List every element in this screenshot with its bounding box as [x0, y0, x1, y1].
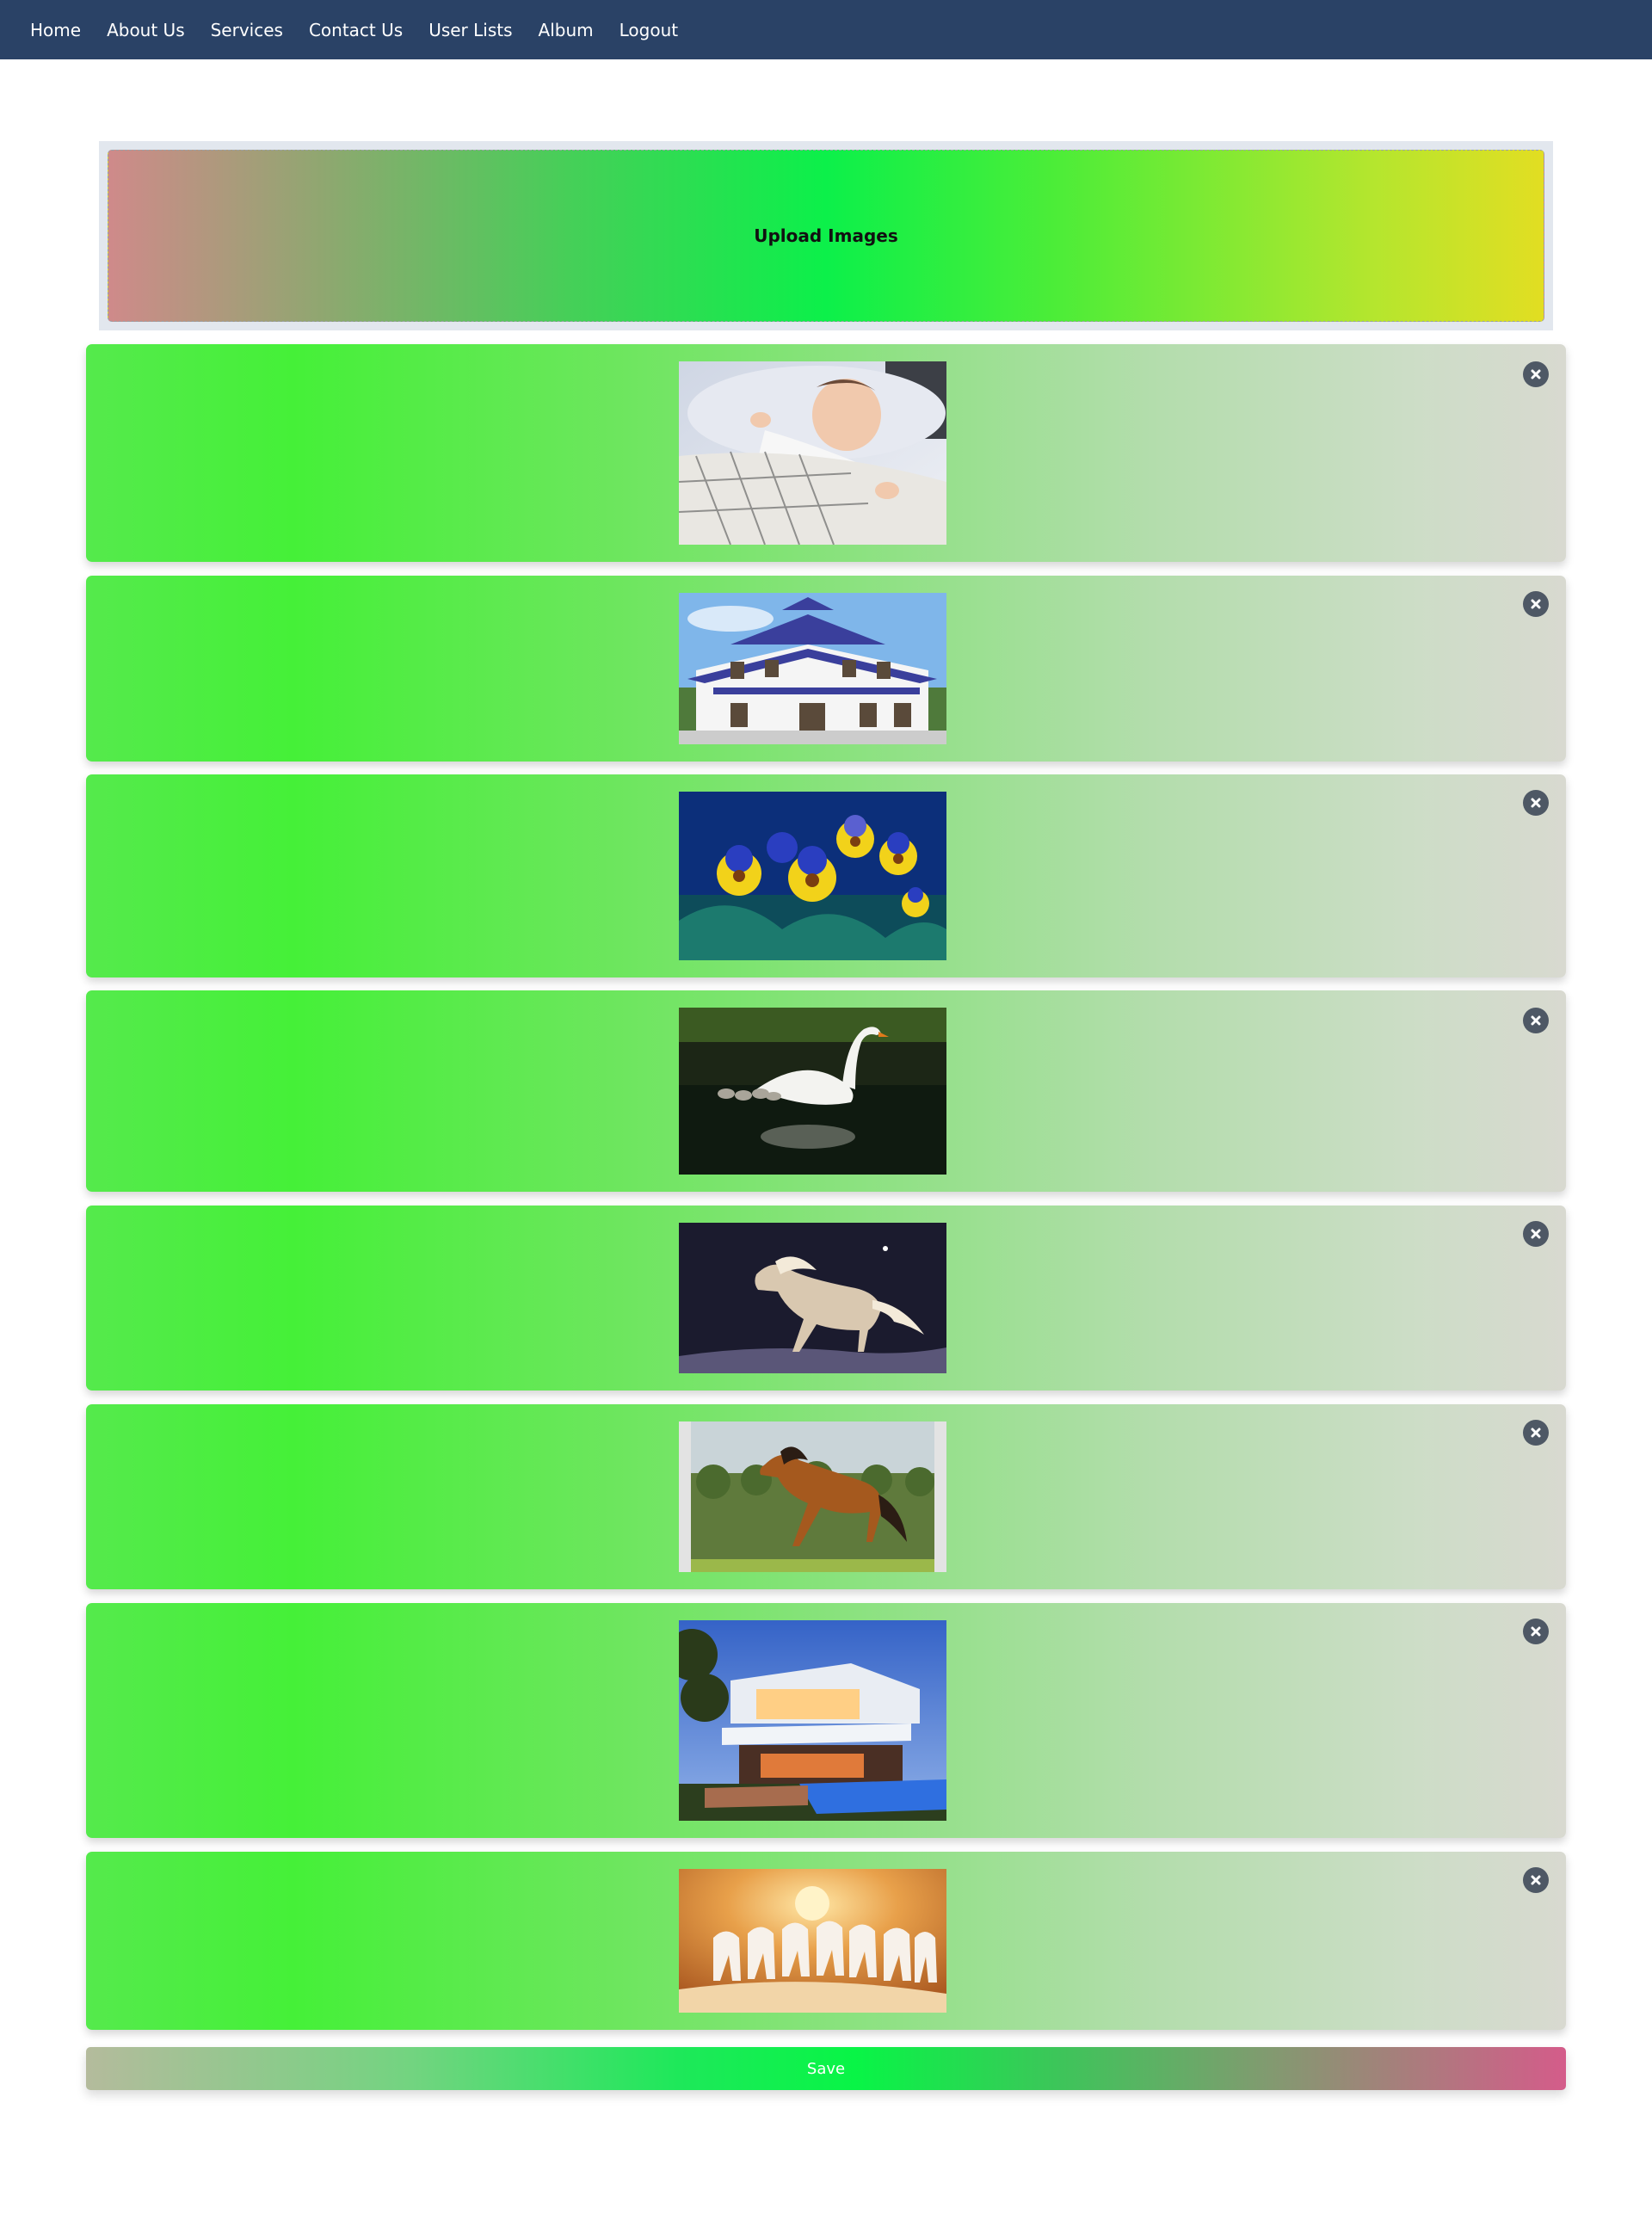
- remove-image-button[interactable]: [1523, 790, 1549, 816]
- image-card: [86, 1404, 1566, 1589]
- nav-user-lists-link[interactable]: User Lists: [428, 20, 512, 40]
- image-thumbnail-seven-horses: [679, 1869, 946, 2013]
- close-icon: [1531, 1875, 1541, 1885]
- nav-logout-link[interactable]: Logout: [620, 20, 678, 40]
- nav-services-link[interactable]: Services: [211, 20, 283, 40]
- remove-image-button[interactable]: [1523, 1008, 1549, 1033]
- close-icon: [1531, 369, 1541, 379]
- image-card: [86, 1206, 1566, 1391]
- remove-image-button[interactable]: [1523, 361, 1549, 387]
- image-card: [86, 1852, 1566, 2030]
- upload-dropzone[interactable]: Upload Images: [108, 150, 1544, 322]
- upload-section: Upload Images: [99, 141, 1553, 330]
- upload-label: Upload Images: [754, 225, 898, 246]
- image-thumbnail-swan: [679, 1008, 946, 1175]
- image-thumbnail-villa: [679, 593, 946, 744]
- remove-image-button[interactable]: [1523, 1867, 1549, 1893]
- close-icon: [1531, 599, 1541, 609]
- close-icon: [1531, 798, 1541, 808]
- close-icon: [1531, 1626, 1541, 1637]
- nav-home-link[interactable]: Home: [30, 20, 81, 40]
- image-card: [86, 1603, 1566, 1838]
- image-thumbnail-white-horse: [679, 1223, 946, 1373]
- remove-image-button[interactable]: [1523, 1619, 1549, 1644]
- close-icon: [1531, 1428, 1541, 1438]
- remove-image-button[interactable]: [1523, 1420, 1549, 1446]
- nav-album-link[interactable]: Album: [539, 20, 594, 40]
- image-card: [86, 774, 1566, 977]
- image-thumbnail-bay-horse: [679, 1421, 946, 1572]
- close-icon: [1531, 1015, 1541, 1026]
- image-thumbnail-modern-house: [679, 1620, 946, 1821]
- top-navbar: Home About Us Services Contact Us User L…: [0, 0, 1652, 59]
- image-thumbnail-baby: [679, 361, 946, 545]
- nav-about-link[interactable]: About Us: [107, 20, 185, 40]
- save-button[interactable]: Save: [86, 2047, 1566, 2090]
- image-thumbnail-pansies: [679, 792, 946, 960]
- image-card: [86, 576, 1566, 762]
- remove-image-button[interactable]: [1523, 1221, 1549, 1247]
- remove-image-button[interactable]: [1523, 591, 1549, 617]
- nav-contact-link[interactable]: Contact Us: [309, 20, 403, 40]
- image-card: [86, 344, 1566, 562]
- close-icon: [1531, 1229, 1541, 1239]
- image-card: [86, 990, 1566, 1192]
